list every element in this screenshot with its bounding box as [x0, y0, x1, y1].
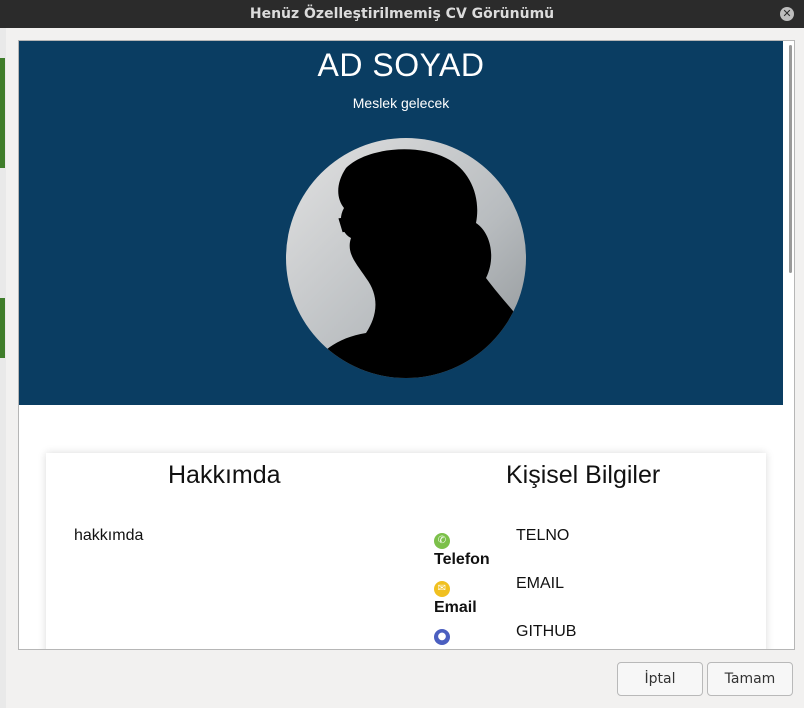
- info-label: Email: [434, 599, 477, 616]
- ok-button[interactable]: Tamam: [707, 662, 793, 696]
- window-titlebar: Henüz Özelleştirilmemiş CV Görünümü ✕: [0, 0, 804, 28]
- personal-info-title: Kişisel Bilgiler: [506, 461, 661, 489]
- cv-subtitle: Meslek gelecek: [352, 95, 450, 111]
- scrollbar[interactable]: [789, 45, 792, 273]
- cv-preview[interactable]: AD SOYAD Meslek gelecek Hakkımda Kişisel…: [18, 40, 795, 650]
- background-decoration: [0, 58, 5, 168]
- avatar-silhouette-icon: [286, 138, 526, 378]
- about-text: hakkımda: [74, 527, 144, 544]
- close-icon[interactable]: ✕: [780, 7, 794, 21]
- window-title: Henüz Özelleştirilmemiş CV Görünümü: [249, 6, 555, 22]
- cancel-button[interactable]: İptal: [617, 662, 703, 696]
- cv-name: AD SOYAD: [317, 47, 485, 83]
- info-row-phone: ✆ Telefon TELNO: [434, 527, 754, 575]
- info-row-email: ✉ Email EMAIL: [434, 575, 754, 623]
- info-value: TELNO: [516, 527, 570, 544]
- info-label: Telefon: [434, 551, 490, 568]
- info-value: GITHUB: [516, 623, 577, 640]
- cv-header: AD SOYAD Meslek gelecek: [19, 41, 783, 405]
- avatar: [286, 138, 526, 378]
- email-icon: ✉: [434, 581, 450, 597]
- github-icon: ●: [434, 629, 450, 645]
- phone-icon: ✆: [434, 533, 450, 549]
- info-row-github: ● GITHUB: [434, 623, 754, 649]
- about-title: Hakkımda: [168, 461, 281, 489]
- background-decoration: [0, 298, 5, 358]
- info-value: EMAIL: [516, 575, 565, 592]
- dialog: AD SOYAD Meslek gelecek Hakkımda Kişisel…: [6, 28, 804, 708]
- cv-body-card: Hakkımda Kişisel Bilgiler hakkımda ✆ Tel…: [46, 453, 766, 649]
